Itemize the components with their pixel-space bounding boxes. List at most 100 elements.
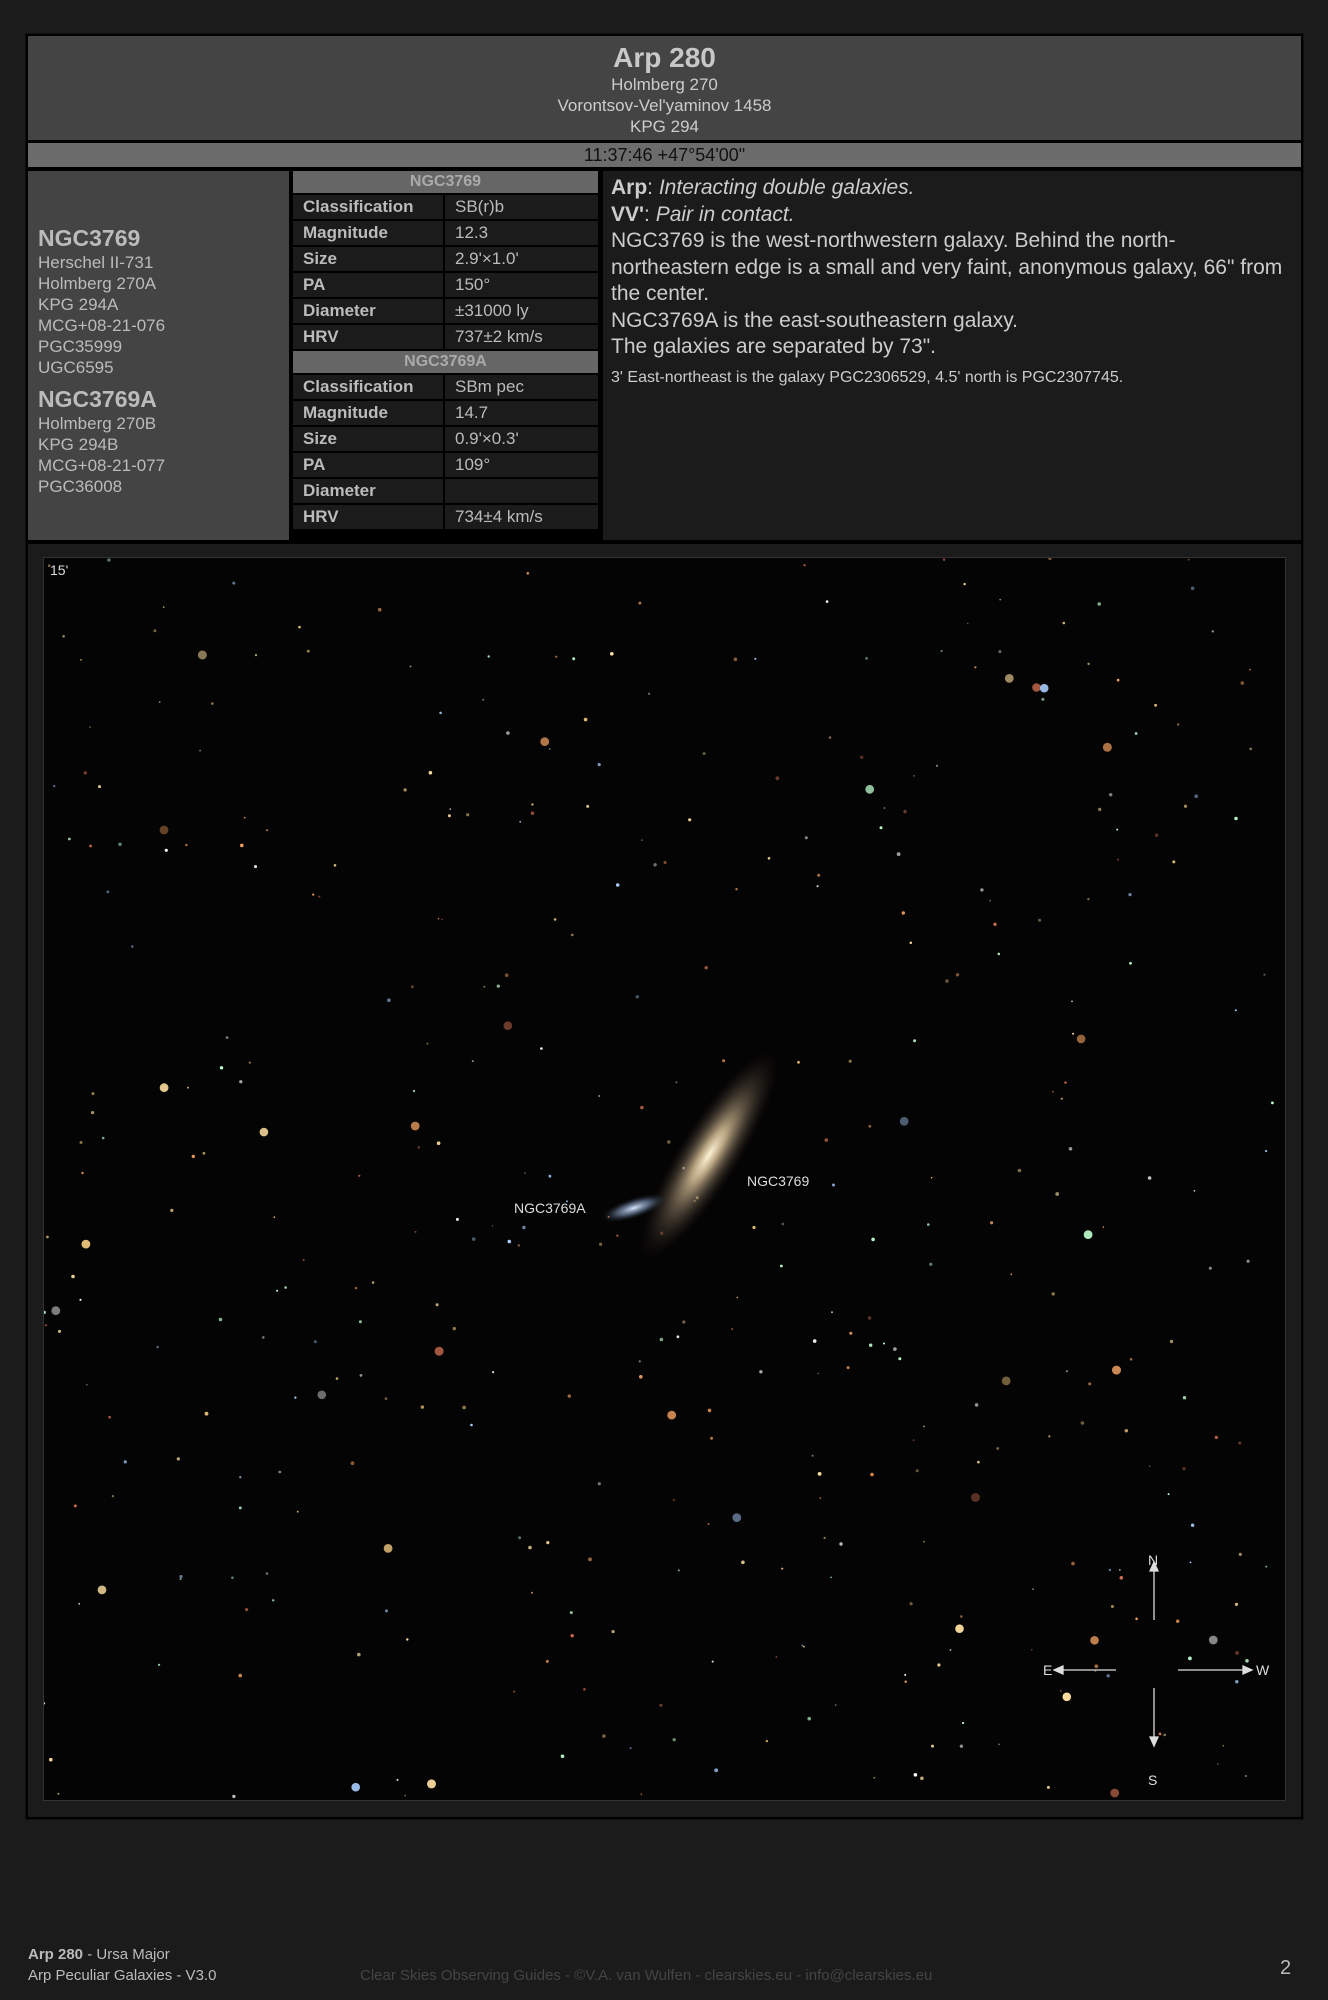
property-value: 109°	[455, 455, 491, 474]
table-row: HRV 734±4 km/s	[293, 505, 598, 529]
star	[524, 1172, 526, 1174]
star	[825, 600, 829, 603]
star	[471, 1060, 474, 1063]
star	[265, 1572, 269, 1575]
star	[1188, 1656, 1192, 1661]
star	[1238, 1441, 1242, 1445]
star	[722, 1059, 726, 1063]
star	[202, 1151, 206, 1155]
star	[998, 1743, 1000, 1746]
star	[904, 1680, 907, 1683]
star	[156, 1345, 159, 1349]
star	[231, 1576, 234, 1579]
star	[966, 622, 969, 625]
star	[846, 1366, 850, 1370]
star	[667, 1140, 671, 1144]
star	[865, 784, 875, 794]
star	[83, 771, 87, 775]
star	[333, 864, 337, 867]
star	[238, 1673, 242, 1678]
vv-text: Pair in contact.	[655, 202, 795, 226]
footer-credits: Clear Skies Observing Guides - ©V.A. van…	[360, 1967, 933, 1984]
star	[879, 826, 883, 830]
alias: UGC6595	[38, 358, 114, 377]
star	[898, 1357, 902, 1361]
star	[848, 1059, 852, 1063]
star	[1062, 621, 1066, 625]
star	[406, 1638, 409, 1641]
header: Arp 280 Holmberg 270 Vorontsov-Vel'yamin…	[28, 36, 1301, 140]
star	[942, 558, 946, 561]
star	[232, 581, 236, 585]
properties-table: NGC3769 Classification SB(r)b Magnitude 12.3…	[293, 171, 598, 531]
star	[435, 1303, 439, 1307]
star	[1032, 1588, 1034, 1590]
arp-label: Arp	[611, 176, 648, 199]
star	[714, 1768, 719, 1773]
star	[688, 818, 692, 822]
star	[702, 752, 706, 756]
star	[909, 1602, 913, 1606]
star	[867, 1316, 872, 1320]
star	[893, 1347, 897, 1351]
star	[1106, 1674, 1110, 1678]
star	[945, 979, 949, 983]
star	[58, 1329, 61, 1333]
star	[903, 809, 907, 814]
star	[832, 1183, 835, 1187]
star	[638, 1360, 641, 1363]
star	[97, 1585, 107, 1595]
star	[993, 922, 997, 926]
star	[640, 1793, 643, 1796]
star	[108, 1415, 111, 1419]
star	[44, 1310, 46, 1314]
star	[284, 1286, 287, 1289]
star	[531, 1591, 533, 1594]
star	[974, 666, 977, 669]
property-value	[445, 479, 455, 503]
star	[111, 1495, 115, 1498]
star	[588, 1557, 592, 1562]
star	[990, 1221, 994, 1225]
star	[1194, 794, 1198, 798]
star	[1234, 816, 1238, 821]
star	[735, 888, 738, 891]
star	[1097, 602, 1101, 606]
star	[759, 1370, 763, 1374]
star	[513, 1690, 516, 1693]
table-row: Classification SB(r)b	[293, 195, 598, 219]
star	[765, 1739, 769, 1743]
star	[819, 1497, 822, 1499]
star	[1249, 747, 1253, 751]
star	[560, 1754, 565, 1759]
star	[79, 1298, 82, 1301]
star	[1208, 1635, 1218, 1645]
star	[428, 770, 433, 775]
compass-n: N	[1148, 1552, 1159, 1568]
vv-label: VV'	[611, 202, 645, 226]
star	[849, 1331, 853, 1335]
star	[962, 1721, 965, 1725]
star	[1071, 1561, 1075, 1566]
star	[420, 1405, 425, 1409]
galaxy-ngc3769	[640, 1051, 778, 1259]
star	[873, 1776, 876, 1779]
star	[980, 888, 984, 892]
star	[1038, 918, 1042, 922]
star	[1190, 586, 1195, 591]
star	[1172, 860, 1176, 864]
star	[676, 1335, 680, 1339]
alias: Holmberg 270B	[38, 414, 157, 433]
star	[955, 973, 960, 977]
star	[492, 1371, 495, 1374]
star	[1004, 674, 1014, 683]
star	[638, 601, 642, 605]
star	[707, 1523, 710, 1525]
star	[253, 865, 258, 869]
star	[245, 1608, 249, 1612]
property-label: Magnitude	[293, 401, 445, 425]
star	[1245, 1659, 1249, 1663]
star	[675, 1081, 678, 1084]
star	[1094, 1664, 1099, 1669]
star	[816, 885, 819, 888]
